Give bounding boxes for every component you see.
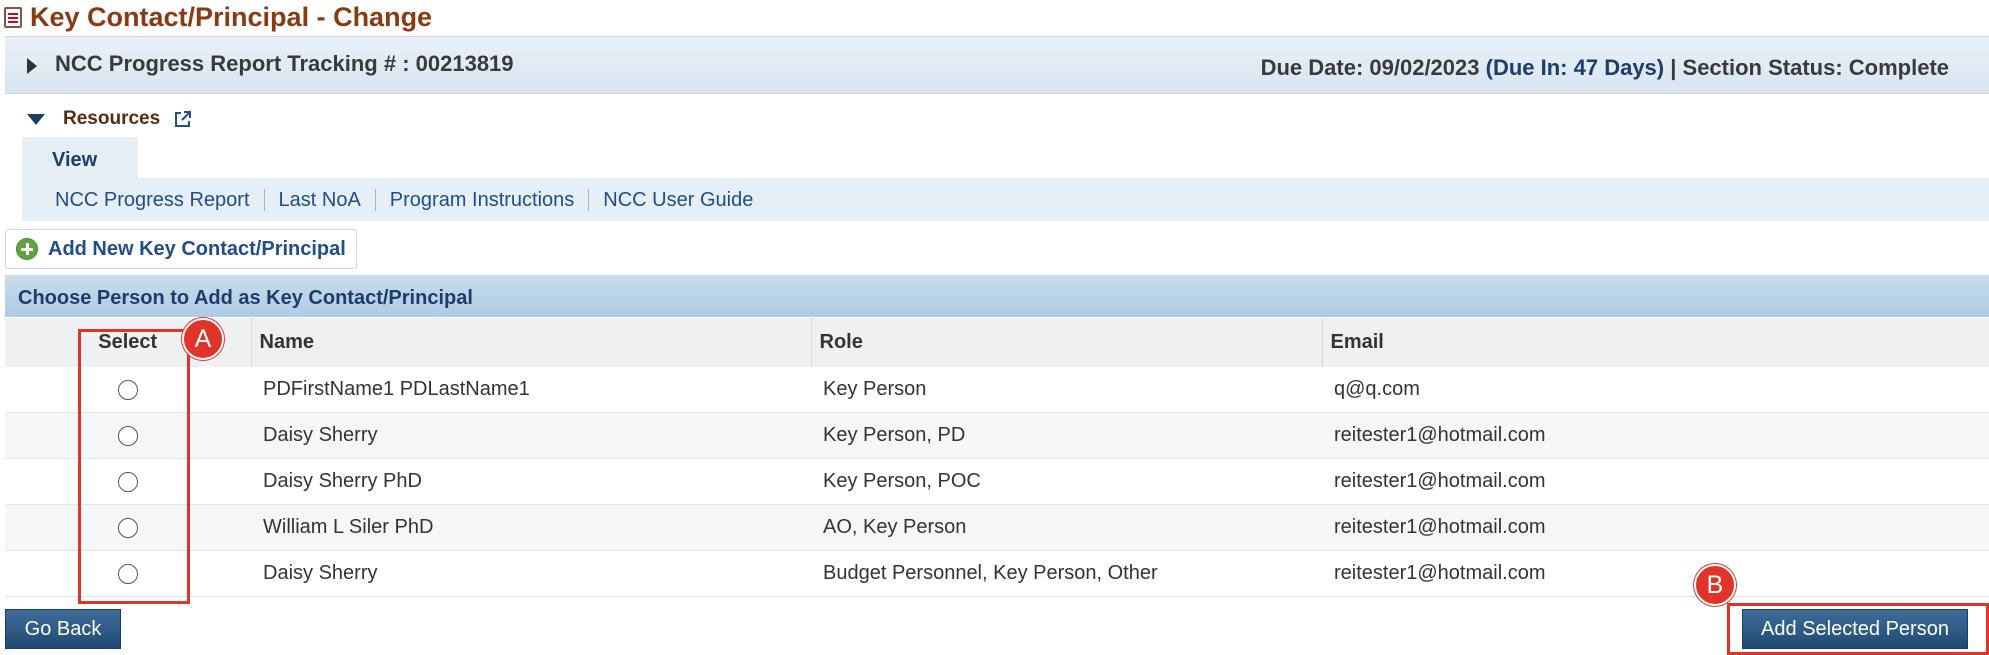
due-info: Due Date: 09/02/2023 (Due In: 47 Days) |… xyxy=(1261,55,1949,81)
role-cell: Budget Personnel, Key Person, Other xyxy=(811,550,1322,597)
link-program-instructions[interactable]: Program Instructions xyxy=(374,188,589,211)
resources-panel: Resources View NCC Progress Report Last … xyxy=(5,94,1989,225)
column-header-email[interactable]: Email xyxy=(1321,318,1989,367)
resources-header[interactable]: Resources xyxy=(27,108,192,130)
table-row: Daisy Sherry PhD Key Person, POC reitest… xyxy=(5,458,1989,505)
page-title: Key Contact/Principal - Change xyxy=(0,0,1000,34)
people-table: Select Name Role Email PDFirstName1 PDLa… xyxy=(5,318,1989,597)
column-header-role[interactable]: Role xyxy=(810,318,1322,367)
email-cell: reitester1@hotmail.com xyxy=(1322,504,1989,551)
table-row: Daisy Sherry Key Person, PD reitester1@h… xyxy=(5,412,1989,459)
tracking-number: NCC Progress Report Tracking # : 0021381… xyxy=(55,51,514,76)
email-cell: reitester1@hotmail.com xyxy=(1322,458,1989,505)
resource-links: NCC Progress Report Last NoA Program Ins… xyxy=(22,178,1989,221)
link-ncc-progress-report[interactable]: NCC Progress Report xyxy=(55,189,264,211)
external-link-icon[interactable] xyxy=(174,110,192,128)
collapse-caret-icon[interactable] xyxy=(27,113,45,125)
due-date: Due Date: 09/02/2023 xyxy=(1260,55,1480,80)
due-in: (Due In: 47 Days) xyxy=(1485,55,1665,80)
role-cell: AO, Key Person xyxy=(811,504,1322,551)
name-cell: Daisy Sherry PhD xyxy=(251,458,811,505)
section-status: | Section Status: Complete xyxy=(1670,55,1949,80)
email-cell: reitester1@hotmail.com xyxy=(1322,550,1989,597)
table-row: William L Siler PhD AO, Key Person reite… xyxy=(5,504,1989,551)
table-row: PDFirstName1 PDLastName1 Key Person q@q.… xyxy=(5,367,1989,413)
name-cell: William L Siler PhD xyxy=(251,504,811,551)
link-ncc-user-guide[interactable]: NCC User Guide xyxy=(588,188,767,211)
go-back-button[interactable]: Go Back xyxy=(5,609,121,649)
tracking-header-bar: NCC Progress Report Tracking # : 0021381… xyxy=(5,36,1989,94)
role-cell: Key Person xyxy=(811,367,1322,413)
email-cell: reitester1@hotmail.com xyxy=(1322,412,1989,459)
form-edit-icon xyxy=(4,6,22,28)
name-cell: Daisy Sherry xyxy=(251,412,811,459)
section-title: Choose Person to Add as Key Contact/Prin… xyxy=(5,275,1989,317)
table-header-row: Select Name Role Email xyxy=(5,318,1989,367)
name-cell: Daisy Sherry xyxy=(251,550,811,597)
annotation-box-b xyxy=(1727,603,1989,655)
table-row: Daisy Sherry Budget Personnel, Key Perso… xyxy=(5,550,1989,597)
add-icon xyxy=(16,238,38,260)
email-cell: q@q.com xyxy=(1322,367,1989,413)
add-new-label: Add New Key Contact/Principal xyxy=(48,237,346,260)
name-cell: PDFirstName1 PDLastName1 xyxy=(251,367,811,413)
resources-label: Resources xyxy=(63,108,161,129)
annotation-badge-b: B xyxy=(1694,564,1736,606)
add-new-key-contact-button[interactable]: Add New Key Contact/Principal xyxy=(5,229,357,269)
annotation-box-a xyxy=(78,329,190,604)
link-last-noa[interactable]: Last NoA xyxy=(263,188,375,211)
tab-view[interactable]: View xyxy=(22,137,138,178)
role-cell: Key Person, POC xyxy=(811,458,1322,505)
expand-caret-icon[interactable] xyxy=(27,58,37,74)
role-cell: Key Person, PD xyxy=(811,412,1322,459)
column-header-name[interactable]: Name xyxy=(250,318,811,367)
annotation-badge-a: A xyxy=(182,318,224,360)
page-title-text: Key Contact/Principal - Change xyxy=(30,1,433,32)
